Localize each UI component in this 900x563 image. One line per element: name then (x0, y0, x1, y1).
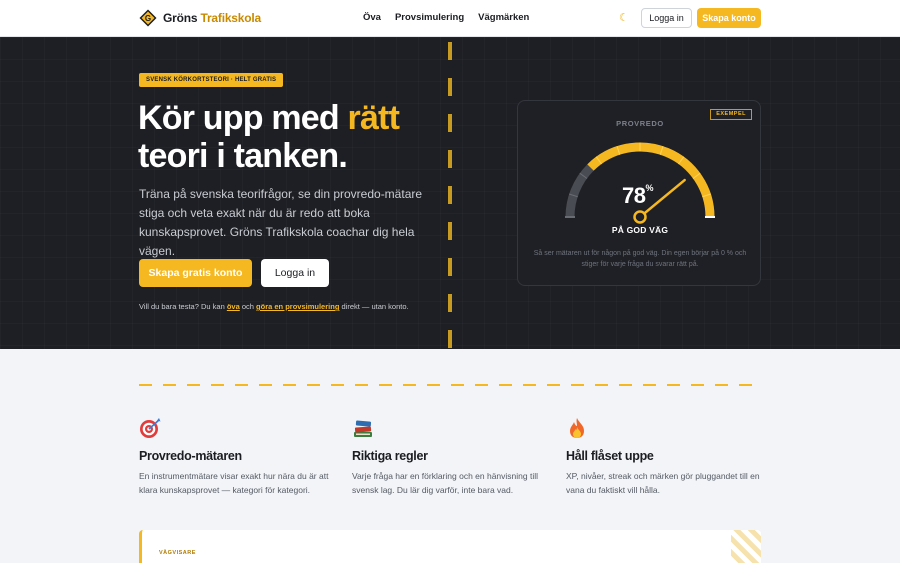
hero-note-middle: och (239, 302, 257, 311)
nav-link-ova[interactable]: Öva (363, 12, 381, 23)
dashed-divider (139, 384, 761, 386)
top-nav: G Gröns Trafikskola Öva Provsimulering V… (0, 0, 900, 37)
nav-link-provsimulering[interactable]: Provsimulering (395, 12, 464, 23)
feature-gauge: Provredo-mätaren En instrumentmätare vis… (139, 417, 339, 497)
feature-title: Provredo-mätaren (139, 449, 242, 463)
hero-description: Träna på svenska teorifrågor, se din pro… (139, 187, 423, 258)
gauge-status: PÅ GOD VÄG (611, 225, 669, 235)
logo-letter: G (145, 14, 151, 23)
moon-icon[interactable]: ☾ (619, 11, 629, 25)
hero-section: SVENSK KÖRKORTSTEORI · HELT GRATIS Kör u… (0, 37, 900, 349)
guide-card: VÄGVISARE (139, 530, 761, 563)
readiness-gauge-card: EXEMPEL PROVREDO 78% PÅ GOD VÄG Så ser m… (517, 100, 761, 286)
logo-text-accent: Trafikskola (200, 11, 261, 25)
feature-title: Riktiga regler (352, 449, 428, 463)
create-free-account-button[interactable]: Skapa gratis konto (139, 259, 252, 287)
road-lane-marking (448, 42, 452, 349)
hero-badge: SVENSK KÖRKORTSTEORI · HELT GRATIS (139, 73, 284, 87)
gauge-value-unit: % (645, 183, 653, 193)
fire-icon (570, 418, 584, 438)
hero-title-before: Kör upp med (138, 99, 348, 137)
guide-stripes (731, 530, 761, 563)
hero-note: Vill du bara testa? Du kan öva och göra … (139, 302, 409, 311)
gauge-value-number: 78 (622, 183, 646, 208)
guide-tag: VÄGVISARE (159, 550, 196, 556)
nav-link-vagmarken[interactable]: Vägmärken (478, 12, 529, 23)
simulation-link[interactable]: göra en provsimulering (256, 302, 339, 311)
login-button[interactable]: Logga in (641, 8, 692, 28)
gauge-value: 78% (622, 183, 653, 209)
logo-text: Gröns Trafikskola (163, 11, 261, 25)
feature-text: Varje fråga har en förklaring och en hän… (352, 471, 539, 495)
hero-title-highlight: rätt (347, 99, 400, 137)
gauge-hub (633, 210, 647, 224)
hero-note-suffix: direkt — utan konto. (339, 302, 409, 311)
books-icon (354, 420, 372, 437)
feature-text: En instrumentmätare visar exakt hur nära… (139, 471, 329, 495)
hero-login-button[interactable]: Logga in (261, 259, 329, 287)
target-icon (140, 418, 161, 438)
create-account-button[interactable]: Skapa konto (697, 8, 761, 28)
hero-title-after: teori i tanken. (138, 137, 348, 175)
practice-link[interactable]: öva (227, 302, 240, 311)
feature-text: XP, nivåer, streak och märken gör plugga… (566, 471, 760, 495)
hero-title: Kör upp med rätt teori i tanken. (138, 99, 458, 175)
main-nav: Öva Provsimulering Vägmärken (363, 12, 529, 23)
hero-note-prefix: Vill du bara testa? Du kan (139, 302, 227, 311)
feature-streak: Håll flåset uppe XP, nivåer, streak och … (566, 417, 766, 497)
gauge-caption: Så ser mätaren ut för någon på god väg. … (533, 250, 747, 268)
sign-logo-icon: G (139, 9, 157, 27)
logo-text-main: Gröns (163, 11, 198, 25)
logo[interactable]: G Gröns Trafikskola (139, 9, 261, 27)
feature-title: Håll flåset uppe (566, 449, 654, 463)
feature-rules: Riktiga regler Varje fråga har en förkla… (352, 417, 552, 497)
gauge-label: PROVREDO (616, 119, 664, 128)
